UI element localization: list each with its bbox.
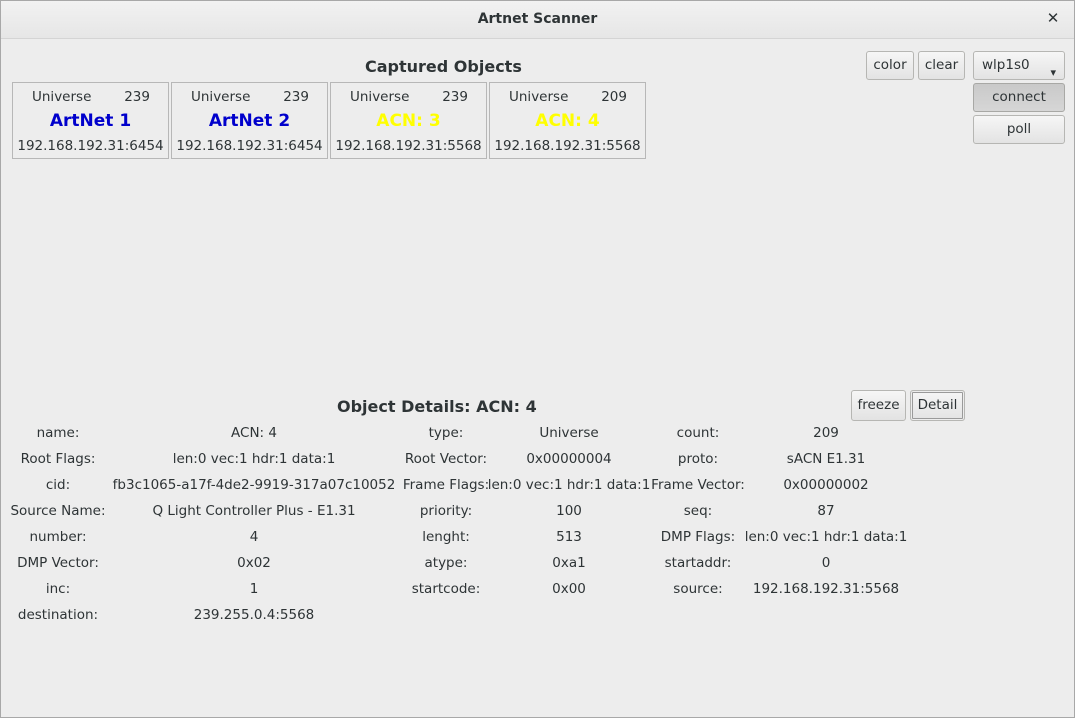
detail-value: 209 <box>813 425 839 441</box>
chevron-down-icon: ▾ <box>1050 66 1056 79</box>
object-address: 192.168.192.31:6454 <box>176 138 323 154</box>
close-icon[interactable]: ✕ <box>1044 9 1062 27</box>
universe-value: 209 <box>601 89 627 105</box>
title-bar[interactable]: Artnet Scanner ✕ <box>1 1 1074 39</box>
interface-value: wlp1s0 <box>982 57 1030 73</box>
captured-object-card[interactable]: Universe 239 ACN: 3 192.168.192.31:5568 <box>330 82 487 159</box>
captured-object-card[interactable]: Universe 239 ArtNet 1 192.168.192.31:645… <box>12 82 169 159</box>
captured-objects-title: Captured Objects <box>365 57 522 76</box>
detail-value: 87 <box>817 503 835 519</box>
app-window: Artnet Scanner ✕ Captured Objects Univer… <box>0 0 1075 718</box>
universe-value: 239 <box>283 89 309 105</box>
detail-value: 0 <box>821 555 831 571</box>
detail-value: 239.255.0.4:5568 <box>193 607 315 623</box>
object-address: 192.168.192.31:5568 <box>494 138 641 154</box>
window-title: Artnet Scanner <box>477 11 598 27</box>
poll-button[interactable]: poll <box>973 115 1065 144</box>
captured-object-card[interactable]: Universe 209 ACN: 4 192.168.192.31:5568 <box>489 82 646 159</box>
color-button[interactable]: color <box>866 51 914 80</box>
object-address: 192.168.192.31:5568 <box>335 138 482 154</box>
detail-value: 0x00000002 <box>783 477 869 493</box>
detail-value: len:0 vec:1 hdr:1 data:1 <box>744 529 908 545</box>
connect-button[interactable]: connect <box>973 83 1065 112</box>
universe-label: Universe <box>509 89 569 105</box>
interface-select[interactable]: wlp1s0 ▾ <box>973 51 1065 80</box>
object-name: ACN: 3 <box>376 111 441 131</box>
universe-label: Universe <box>32 89 92 105</box>
detail-value: sACN E1.31 <box>786 451 866 467</box>
object-name: ACN: 4 <box>535 111 600 131</box>
freeze-button[interactable]: freeze <box>851 390 906 421</box>
universe-label: Universe <box>191 89 251 105</box>
detail-value: 192.168.192.31:5568 <box>752 581 900 597</box>
object-name: ArtNet 1 <box>49 111 132 131</box>
object-details-title: Object Details: ACN: 4 <box>337 397 537 416</box>
clear-button[interactable]: clear <box>918 51 965 80</box>
captured-object-card[interactable]: Universe 239 ArtNet 2 192.168.192.31:645… <box>171 82 328 159</box>
universe-label: Universe <box>350 89 410 105</box>
object-address: 192.168.192.31:6454 <box>17 138 164 154</box>
universe-value: 239 <box>124 89 150 105</box>
object-name: ArtNet 2 <box>208 111 291 131</box>
detail-button[interactable]: Detail <box>910 390 965 421</box>
universe-value: 239 <box>442 89 468 105</box>
